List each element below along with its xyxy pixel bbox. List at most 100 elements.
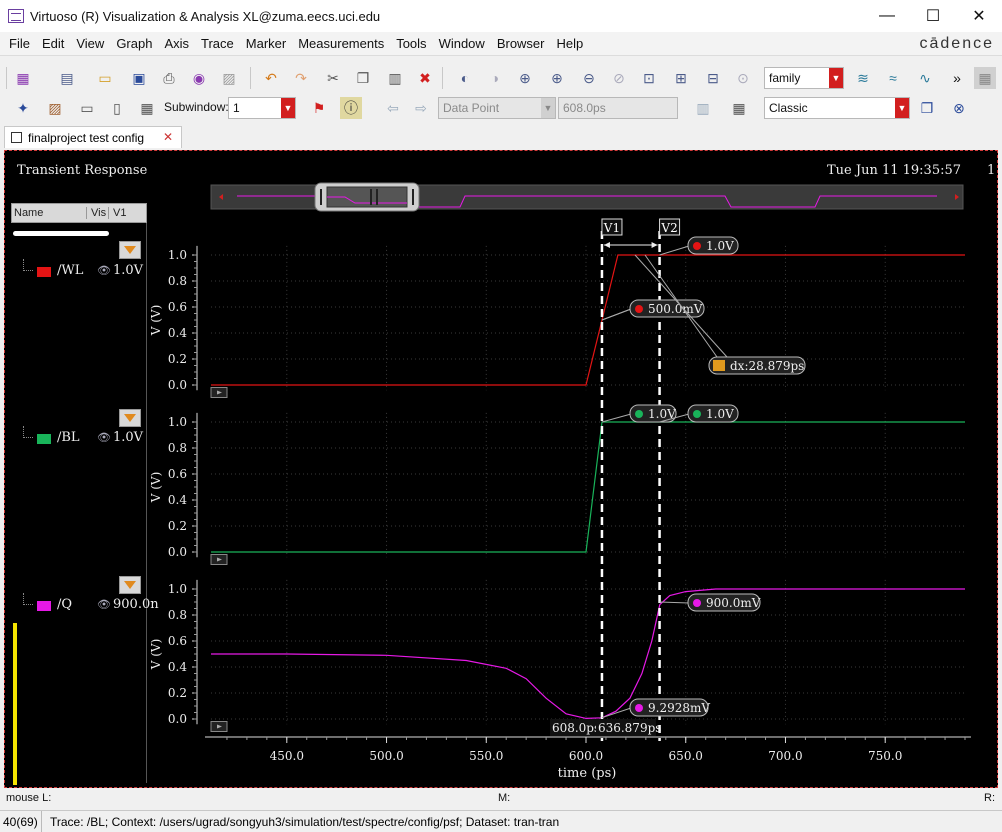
new-window-icon[interactable]: ▦ [12,67,34,89]
graph-panel[interactable]: Transient Response Tue Jun 11 19:35:57 1… [4,150,998,788]
y-tick-label: 0.6 [168,634,187,648]
x-tick-label: 600.0 [569,749,603,763]
menu-browser[interactable]: Browser [492,36,550,51]
toolbar-overflow[interactable]: » [946,67,968,89]
menu-graph[interactable]: Graph [111,36,157,51]
zoom-in-icon[interactable]: ⊕ [514,67,536,89]
style-select[interactable]: Classic ▼ [764,97,910,119]
menu-trace[interactable]: Trace [196,36,239,51]
menu-bar: File Edit View Graph Axis Trace Marker M… [0,32,1002,56]
zoom-forward-icon[interactable]: ◑ [484,67,506,89]
delta-arrow-head [651,242,658,248]
point-value-field[interactable]: 608.0ps [558,97,678,119]
marker-leader [601,308,632,321]
menu-window[interactable]: Window [434,36,490,51]
status-message: Trace: /BL; Context: /users/ugrad/songyu… [50,815,560,829]
menu-edit[interactable]: Edit [37,36,69,51]
wand-icon[interactable]: ✦ [12,97,34,119]
plot-canvas[interactable]: 0.0 0.2 0.4 0.6 0.8 1.0 V (V) 0.0 0.2 0.4 0.6 0.8 1.… [5,151,997,787]
chevron-down-icon: ▼ [829,68,843,88]
histogram-icon[interactable]: ▥ [692,97,714,119]
bl-v2-label: 1.0V [687,404,739,423]
menu-measurements[interactable]: Measurements [293,36,389,51]
app-window: Virtuoso (R) Visualization & Analysis XL… [0,0,1002,832]
data-point-select[interactable]: Data Point ▼ [438,97,556,119]
subwindow-select[interactable]: 1 ▼ [228,97,296,119]
stack-icon[interactable]: ≈ [882,67,904,89]
plot-panels: 0.0 0.2 0.4 0.6 0.8 1.0 V (V) 0.0 0.2 0.4 0.6 0.8 1.… [149,245,965,732]
overlay-icon[interactable]: ∿ [914,67,936,89]
family-select[interactable]: family ▼ [764,67,844,89]
marker-leader [601,413,632,423]
open-folder-icon[interactable]: ▭ [94,67,116,89]
prev-point-icon[interactable]: ⇦ [382,97,404,119]
flag-icon[interactable]: ⚑ [308,97,330,119]
close-button[interactable]: ✕ [956,0,1002,32]
chevron-down-icon: ▼ [541,98,555,118]
new-subwindow-icon[interactable]: ▤ [56,67,78,89]
zoom-y-icon[interactable]: ⊘ [608,67,630,89]
menu-axis[interactable]: Axis [159,36,194,51]
copy-icon[interactable]: ❐ [352,67,374,89]
clone-icon[interactable]: ▨ [218,67,240,89]
delete-icon[interactable]: ✖ [414,67,436,89]
menu-tools[interactable]: Tools [391,36,431,51]
strip-bl: 0.0 0.2 0.4 0.6 0.8 1.0 V (V) [149,412,965,565]
wl-v1-label: 500.0mV [629,299,705,318]
tab-label: finalproject test config [28,130,145,145]
mouse-right-label: R: [984,792,995,804]
horizontal-split-icon[interactable]: ▭ [76,97,98,119]
cards-icon[interactable]: ▨ [44,97,66,119]
tab-finalproject[interactable]: finalproject test config ✕ [4,126,182,148]
calculator-icon[interactable]: ▦ [728,97,750,119]
next-point-icon[interactable]: ⇨ [410,97,432,119]
fit-y-icon[interactable]: ⊟ [702,67,724,89]
snapshot-icon[interactable]: ◉ [188,67,210,89]
menu-file[interactable]: File [4,36,35,51]
status-bar: 40(69) Trace: /BL; Context: /users/ugrad… [0,810,1002,832]
strip-wl: 0.0 0.2 0.4 0.6 0.8 1.0 V (V) [149,245,965,398]
q-v1-label-text: 9.2928mV [648,701,710,715]
close-window-icon[interactable]: ⊗ [948,97,970,119]
wl-v1-label-text: 500.0mV [648,302,703,316]
undo-icon[interactable]: ↶ [260,67,282,89]
fit-x-icon[interactable]: ⊞ [670,67,692,89]
zoom-back-icon[interactable]: ◐ [454,67,476,89]
delta-text: dx:28.879ps [730,359,804,373]
save-icon[interactable]: ▣ [128,67,150,89]
vertical-split-icon[interactable]: ▯ [106,97,128,119]
strip-icon[interactable]: ≋ [852,67,874,89]
x-axis-label: time (ps) [558,766,617,781]
menu-marker[interactable]: Marker [241,36,291,51]
x-readout-v1-text: 608.0ps [552,721,600,735]
overview-strip[interactable] [210,182,964,212]
window-title: Virtuoso (R) Visualization & Analysis XL… [30,8,381,24]
x-tick-label: 650.0 [669,749,703,763]
tile-icon[interactable]: ▦ [136,97,158,119]
zoom-x-icon[interactable]: ⊕ [546,67,568,89]
zoom-out-icon[interactable]: ⊖ [578,67,600,89]
y-axis-label: V (V) [149,639,163,671]
print-icon[interactable]: ⎙ [158,67,180,89]
marker-layer[interactable]: V1 V2500.0mV1.0Vdx:28.879ps1.0V 1.0V900.0m… [549,218,806,741]
info-icon[interactable]: ⓘ [340,97,362,119]
paste-icon[interactable]: ▥ [384,67,406,89]
y-tick-label: 0.6 [168,467,187,481]
tab-close-icon[interactable]: ✕ [163,130,173,144]
fit-box-icon[interactable]: ⊙ [732,67,754,89]
family-select-value: family [769,71,801,85]
style-select-value: Classic [769,101,808,115]
redo-icon[interactable]: ↷ [290,67,312,89]
cut-icon[interactable]: ✂ [322,67,344,89]
grid-icon[interactable]: ▦ [974,67,996,89]
marker-v1-label: V1 [603,221,620,235]
y-tick-label: 0.0 [168,545,187,559]
maximize-button[interactable]: ☐ [910,0,956,32]
trace-line-bl [211,421,965,553]
chevron-down-icon: ▼ [281,98,295,118]
menu-help[interactable]: Help [552,36,589,51]
window-list-icon[interactable]: ❐ [916,97,938,119]
fit-icon[interactable]: ⊡ [638,67,660,89]
menu-view[interactable]: View [71,36,109,51]
minimize-button[interactable]: — [864,0,910,32]
